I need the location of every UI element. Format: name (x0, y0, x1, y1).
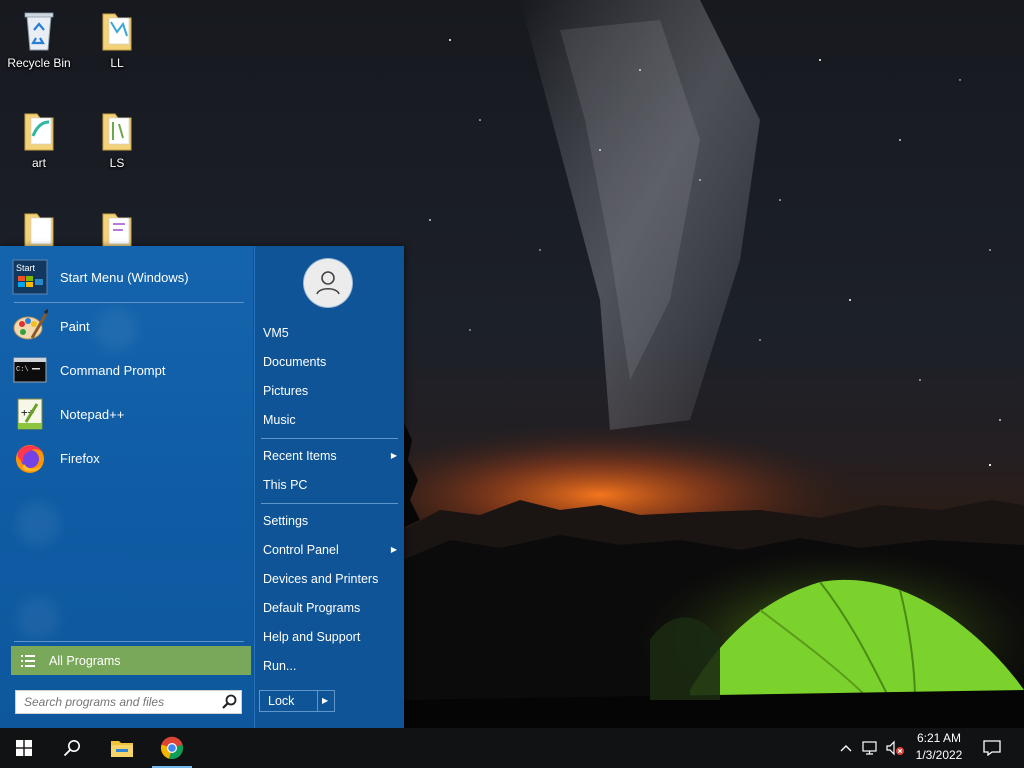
list-icon (21, 654, 35, 667)
item-label: Control Panel (263, 543, 339, 557)
desktop-icon-folder-hidden-2[interactable] (79, 208, 155, 246)
default-programs-link[interactable]: Default Programs (263, 595, 397, 621)
devices-and-printers-link[interactable]: Devices and Printers (263, 566, 397, 592)
chevron-up-icon (840, 745, 852, 752)
search-icon[interactable] (221, 694, 237, 710)
desktop-icon-folder-ll[interactable]: LL (79, 8, 155, 70)
firefox-icon (16, 445, 44, 473)
chrome-button[interactable] (152, 728, 192, 768)
item-label: Documents (263, 355, 327, 369)
item-label: Pictures (263, 384, 309, 398)
item-label: Recent Items (263, 449, 337, 463)
settings-link[interactable]: Settings (263, 508, 397, 534)
divider (261, 503, 398, 504)
windows-logo-icon (16, 740, 32, 756)
search-box (15, 690, 242, 714)
help-and-support-link[interactable]: Help and Support (263, 624, 397, 650)
submenu-arrow-icon: ▶ (390, 451, 397, 460)
clock[interactable]: 6:21 AM 1/3/2022 (908, 730, 970, 764)
blurred-item (16, 596, 60, 640)
notepad-plus-plus-icon: ++ (17, 398, 43, 430)
notification-icon (983, 740, 1001, 756)
divider (317, 691, 318, 711)
power-options-arrow-icon[interactable]: ▶ (322, 691, 328, 711)
folder-icon (24, 113, 54, 151)
folder-icon (102, 113, 132, 151)
item-label: This PC (263, 478, 308, 492)
recent-items-menu[interactable]: Recent Items ▶ (263, 443, 397, 469)
item-label: Devices and Printers (263, 572, 379, 586)
clock-time: 6:21 AM (916, 731, 962, 745)
search-icon (63, 740, 80, 757)
folder-icon (102, 13, 132, 51)
command-prompt-icon: C:\ (13, 357, 47, 383)
volume-muted-icon (886, 740, 904, 756)
start-menu-programs-pane: Start Start Menu (Windows) Paint C:\ Com… (0, 246, 253, 728)
folder-icon (111, 741, 133, 757)
lock-button[interactable]: Lock ▶ (259, 690, 335, 712)
program-notepad-plus-plus[interactable]: ++ Notepad++ (12, 394, 244, 434)
chrome-icon (160, 736, 184, 760)
action-center-button[interactable] (976, 728, 1008, 768)
desktop-icon-folder-ls[interactable]: LS (79, 108, 155, 170)
clock-date: 1/3/2022 (915, 748, 963, 762)
blurred-item (94, 308, 138, 352)
lock-label: Lock (268, 694, 295, 708)
item-label: Default Programs (263, 601, 361, 615)
program-command-prompt[interactable]: C:\ Command Prompt (12, 350, 244, 390)
user-folder-link[interactable]: VM5 (263, 320, 397, 346)
program-label: Start Menu (Windows) (60, 269, 189, 285)
folder-icon (24, 213, 54, 246)
network-icon (862, 741, 877, 755)
item-label: VM5 (263, 326, 289, 340)
divider (14, 641, 244, 642)
user-avatar-icon[interactable] (304, 259, 352, 307)
program-firefox[interactable]: Firefox (12, 438, 244, 478)
program-label: Command Prompt (60, 362, 166, 378)
documents-link[interactable]: Documents (263, 349, 397, 375)
svg-text:C:\: C:\ (16, 366, 29, 374)
search-input[interactable] (16, 691, 224, 713)
desktop-icon-folder-art[interactable]: art (1, 108, 77, 170)
blurred-item (16, 502, 60, 546)
network-status-button[interactable] (860, 728, 882, 768)
desktop-icon-label: LS (109, 156, 125, 170)
music-link[interactable]: Music (263, 407, 397, 433)
svg-text:Start: Start (16, 263, 36, 273)
control-panel-menu[interactable]: Control Panel ▶ (263, 537, 397, 563)
desktop-icon-label: Recycle Bin (7, 56, 71, 70)
start-menu: Start Start Menu (Windows) Paint C:\ Com… (0, 246, 404, 728)
program-label: Paint (60, 318, 90, 334)
desktop-icon-recycle-bin[interactable]: Recycle Bin (1, 8, 77, 70)
program-start-menu-windows[interactable]: Start Start Menu (Windows) (12, 257, 244, 297)
recycle-bin-icon (24, 12, 54, 51)
item-label: Help and Support (263, 630, 361, 644)
program-label: Notepad++ (60, 406, 125, 422)
run-link[interactable]: Run... (263, 653, 397, 679)
start-button[interactable] (0, 728, 48, 768)
show-hidden-icons-button[interactable] (836, 728, 856, 768)
item-label: Run... (263, 659, 297, 673)
taskbar-search-button[interactable] (48, 728, 96, 768)
this-pc-link[interactable]: This PC (263, 472, 397, 498)
start-menu-app-icon: Start (12, 259, 48, 295)
all-programs-label: All Programs (49, 653, 121, 668)
taskbar: 6:21 AM 1/3/2022 (0, 728, 1024, 768)
file-explorer-button[interactable] (98, 728, 146, 768)
desktop-icon-label: art (31, 156, 46, 170)
item-label: Music (263, 413, 296, 427)
pictures-link[interactable]: Pictures (263, 378, 397, 404)
all-programs-button[interactable]: All Programs (11, 646, 251, 675)
start-menu-places-pane: VM5 Documents Pictures Music Recent Item… (254, 246, 404, 728)
divider (14, 302, 244, 303)
volume-button[interactable] (884, 728, 906, 768)
desktop-icon-label: LL (110, 56, 124, 70)
desktop-icon-folder-hidden-1[interactable] (1, 208, 77, 246)
program-label: Firefox (60, 450, 100, 466)
item-label: Settings (263, 514, 309, 528)
paint-icon (13, 308, 48, 340)
folder-icon (102, 213, 132, 246)
divider (261, 438, 398, 439)
submenu-arrow-icon: ▶ (390, 545, 397, 554)
